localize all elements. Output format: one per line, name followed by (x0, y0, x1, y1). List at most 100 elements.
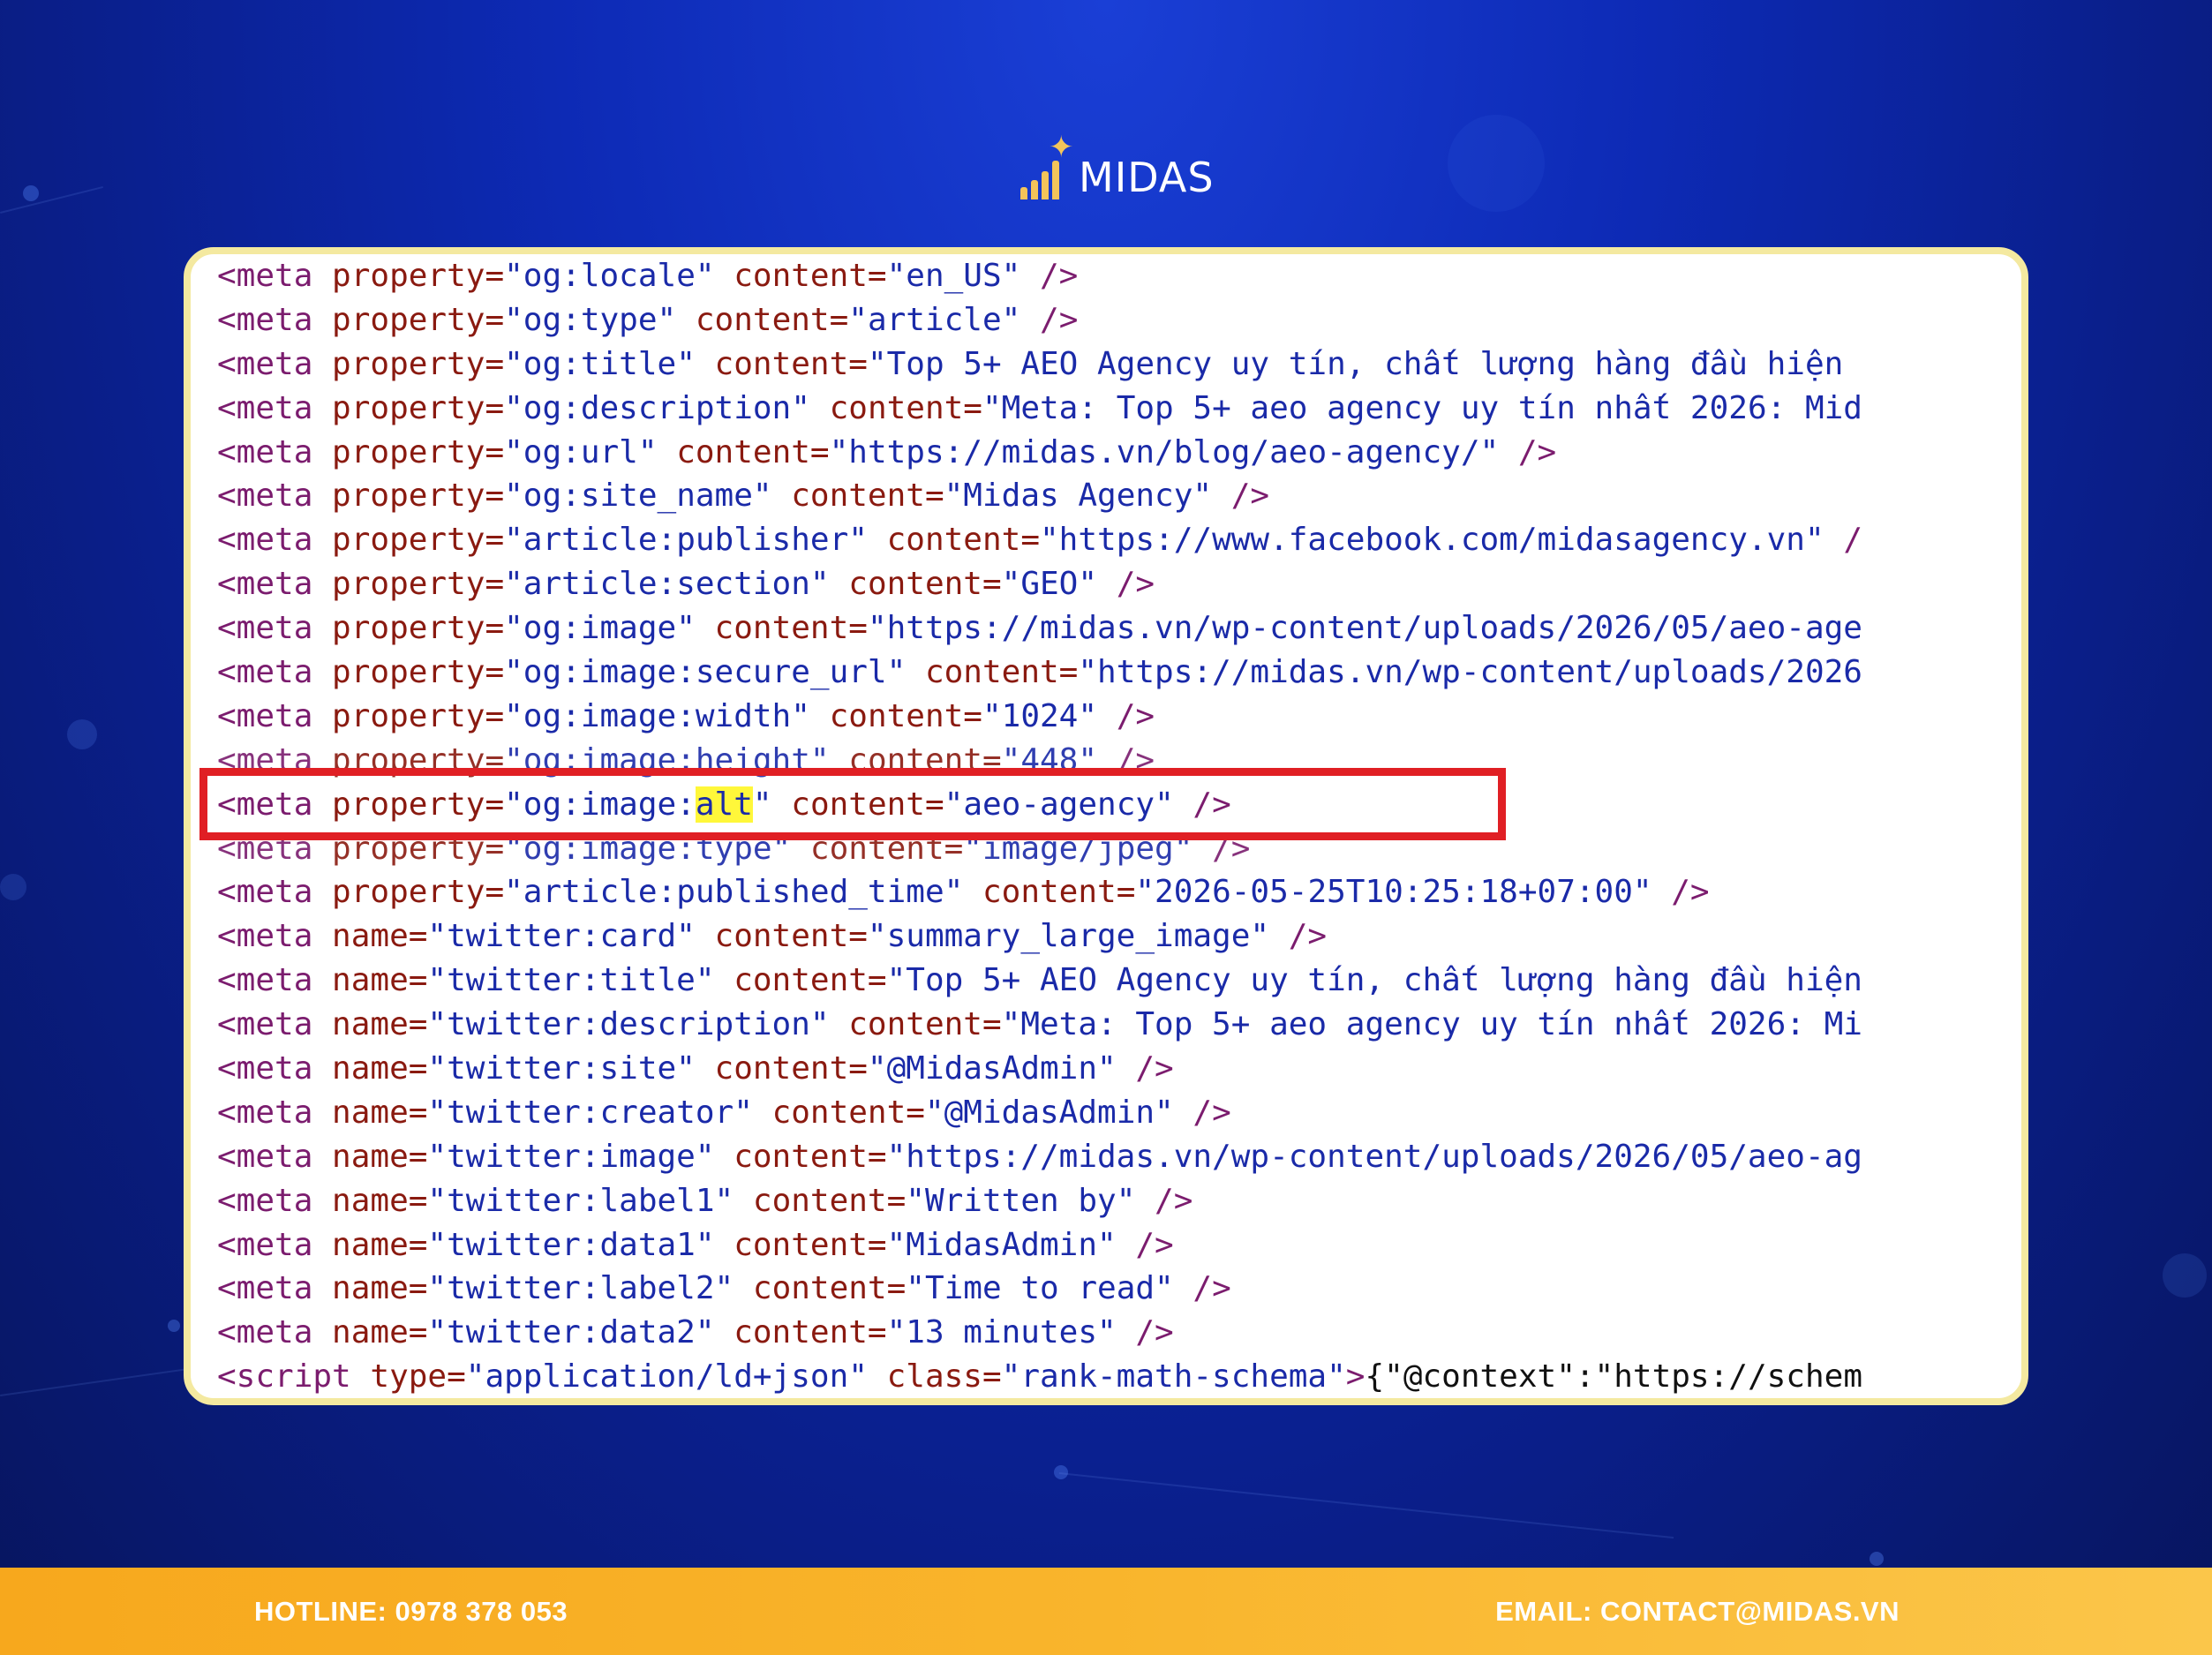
code-token: content= (848, 1006, 1002, 1043)
code-token: class= (886, 1358, 1002, 1395)
code-line: <meta property="article:published_time" … (217, 870, 2021, 914)
code-token: name= (332, 1270, 428, 1307)
star-icon: ✦ (1049, 131, 1074, 164)
code-line: <meta property="og:image" content="https… (217, 606, 2021, 651)
code-token: /> (1135, 1314, 1174, 1351)
source-code-panel: <meta property="og:locale" content="en_U… (184, 247, 2028, 1405)
code-token: "Time to read" (906, 1270, 1193, 1307)
code-token: "@MidasAdmin" (924, 1094, 1193, 1131)
code-token: property= (332, 566, 505, 603)
code-token: property= (332, 433, 505, 470)
code-line: <meta property="article:publisher" conte… (217, 518, 2021, 562)
code-token: property= (332, 697, 505, 734)
code-token: <meta (217, 830, 333, 867)
code-token: "Meta: Top 5+ aeo agency uy tín nhất 202… (982, 389, 1862, 426)
code-token: "twitter:creator" (427, 1094, 772, 1131)
code-token: "13 minutes" (886, 1314, 1136, 1351)
midas-logo: ✦ MIDAS (1015, 131, 1214, 203)
code-token: <meta (217, 433, 333, 470)
code-token: <meta (217, 962, 333, 999)
code-line: <meta property="og:image:type" content="… (217, 827, 2021, 871)
code-token: "twitter:data2" (427, 1314, 734, 1351)
code-token: "og:image: (504, 786, 696, 823)
code-token: name= (332, 1226, 428, 1263)
code-token: content= (695, 301, 849, 338)
code-token: /> (1135, 1050, 1174, 1087)
code-token: "og:image" (504, 610, 715, 647)
code-line: <meta property="og:image:secure_url" con… (217, 651, 2021, 695)
code-token: "og:image:height" (504, 741, 849, 779)
code-token: "2026-05-25T10:25:18+07:00" (1135, 874, 1672, 911)
code-token: "twitter:site" (427, 1050, 715, 1087)
code-token: /> (1193, 1094, 1231, 1131)
code-token: <meta (217, 301, 333, 338)
code-token: property= (332, 830, 505, 867)
code-line: <meta name="twitter:data1" content="Mida… (217, 1223, 2021, 1268)
code-token: content= (734, 1226, 887, 1263)
code-token: "twitter:title" (427, 962, 734, 999)
code-token: "application/ld+json" (465, 1358, 887, 1395)
background-dot (1870, 1552, 1884, 1566)
code-token: content= (791, 478, 944, 515)
code-line: <meta property="og:site_name" content="M… (217, 474, 2021, 518)
hotline-text: HOTLINE: 0978 378 053 (254, 1596, 568, 1627)
code-token: /> (1116, 697, 1155, 734)
code-token: content= (829, 697, 982, 734)
background-line (0, 185, 103, 214)
code-token: / (1843, 522, 1862, 559)
email-text: EMAIL: CONTACT@MIDAS.VN (1495, 1596, 1900, 1627)
code-token: property= (332, 301, 505, 338)
background-line (1058, 1472, 1674, 1539)
code-line: <meta property="og:image:width" content=… (217, 695, 2021, 739)
code-line: <meta property="og:locale" content="en_U… (217, 254, 2021, 298)
code-token: "https://midas.vn/blog/aeo-agency/" (829, 433, 1518, 470)
code-token: "og:description" (504, 389, 830, 426)
code-token: content= (791, 786, 944, 823)
code-token: "Written by" (906, 1182, 1155, 1219)
code-token: <meta (217, 566, 333, 603)
code-token: content= (809, 830, 964, 867)
code-line: <meta name="twitter:data2" content="13 m… (217, 1311, 2021, 1355)
code-token: <script (217, 1358, 371, 1395)
background-dot (67, 719, 97, 749)
code-token: name= (332, 918, 428, 955)
code-token: "https://midas.vn/wp-content/uploads/202… (886, 1138, 1862, 1175)
code-token: property= (332, 741, 505, 779)
code-token: "og:image:secure_url" (504, 654, 925, 691)
code-token: content= (752, 1270, 907, 1307)
background-dot (168, 1320, 180, 1332)
highlighted-token: alt (695, 786, 753, 823)
code-token: /> (1155, 1182, 1193, 1219)
code-token: <meta (217, 258, 333, 294)
code-token: "twitter:description" (427, 1006, 849, 1043)
code-token: "MidasAdmin" (886, 1226, 1136, 1263)
code-token: <meta (217, 1226, 333, 1263)
code-token: "https://midas.vn/wp-content/uploads/202… (867, 610, 1862, 647)
code-token: <meta (217, 741, 333, 779)
code-token: "rank-math-schema" (1001, 1358, 1346, 1395)
code-token: "twitter:label1" (427, 1182, 753, 1219)
code-token: content= (734, 962, 887, 999)
code-token: property= (332, 258, 505, 294)
code-token: <meta (217, 1094, 333, 1131)
code-token: content= (829, 389, 982, 426)
code-token: property= (332, 874, 505, 911)
code-token: <meta (217, 697, 333, 734)
code-token: <meta (217, 1182, 333, 1219)
code-line: <meta name="twitter:site" content="@Mida… (217, 1047, 2021, 1091)
code-token: property= (332, 610, 505, 647)
code-token: content= (714, 610, 868, 647)
code-token: /> (1040, 258, 1079, 294)
code-token: "og:locale" (504, 258, 734, 294)
code-token: <meta (217, 1270, 333, 1307)
code-token: "og:image:width" (504, 697, 830, 734)
code-token: /> (1230, 478, 1270, 515)
code-token: "twitter:card" (427, 918, 715, 955)
code-token: content= (734, 1138, 887, 1175)
code-token: /> (1671, 874, 1710, 911)
code-token: "summary_large_image" (867, 918, 1289, 955)
code-token: <meta (217, 1314, 333, 1351)
code-token: "https://midas.vn/wp-content/uploads/202… (1078, 654, 1862, 691)
code-line: <meta property="og:title" content="Top 5… (217, 342, 2021, 387)
code-token: name= (332, 962, 428, 999)
